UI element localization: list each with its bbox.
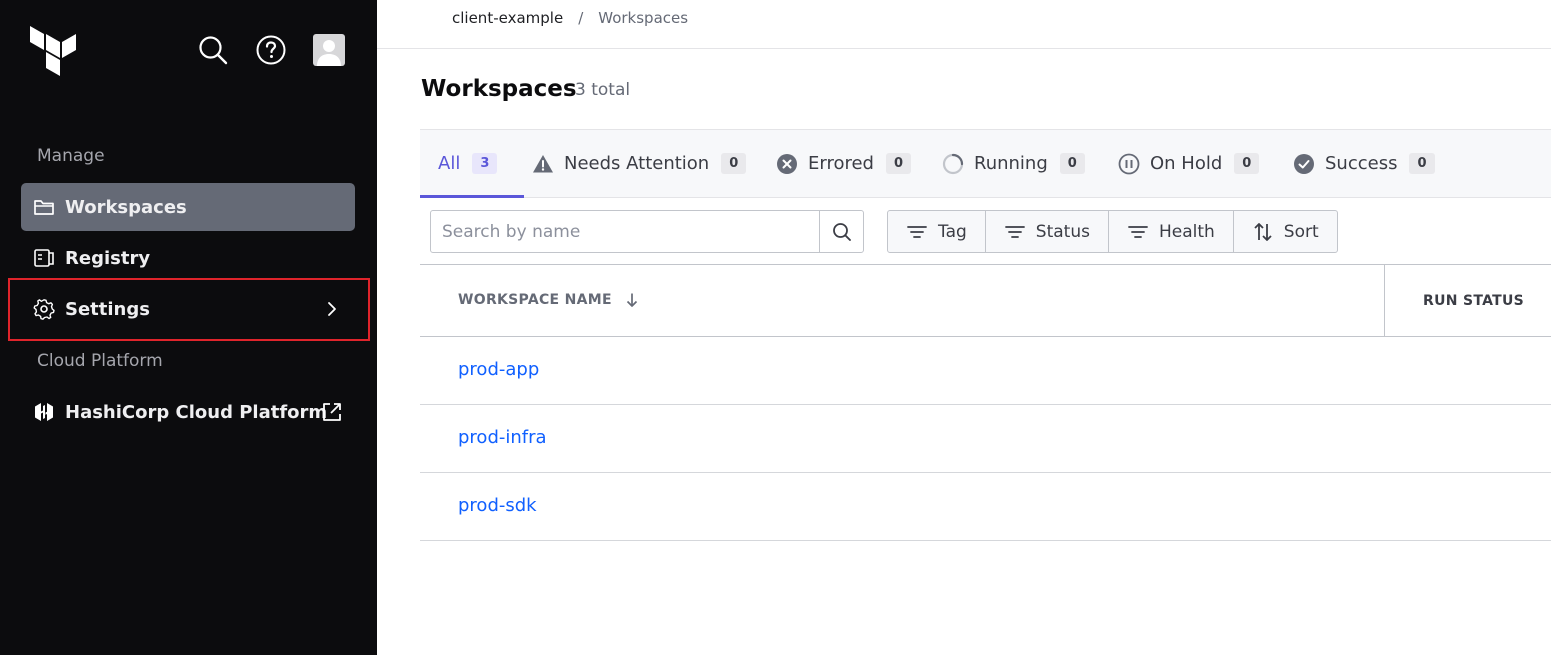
filter-icon: [1004, 221, 1026, 243]
search-icon[interactable]: [197, 34, 229, 66]
workspace-link[interactable]: prod-app: [458, 359, 539, 380]
table-row: prod-sdk: [420, 473, 1551, 541]
breadcrumb: client-example / Workspaces: [452, 9, 688, 27]
main-content: client-example / Workspaces Workspaces 3…: [377, 0, 1551, 655]
running-icon: [942, 153, 964, 175]
filter-tag-button[interactable]: Tag: [888, 211, 986, 252]
sidebar-item-workspaces[interactable]: Workspaces: [21, 183, 355, 231]
external-link-icon[interactable]: [321, 401, 343, 423]
tab-needs-attention[interactable]: Needs Attention 0: [532, 130, 747, 197]
active-tab-indicator: [420, 195, 524, 198]
tab-errored[interactable]: Errored 0: [776, 130, 912, 197]
arrow-down-icon: [626, 293, 637, 307]
filter-label: Health: [1158, 221, 1215, 242]
tab-label: All: [438, 153, 461, 174]
search-button[interactable]: [819, 211, 863, 252]
tab-label: Success: [1325, 153, 1398, 174]
folder-icon: [33, 196, 55, 218]
filter-health-button[interactable]: Health: [1109, 211, 1234, 252]
section-label-cloud-platform: Cloud Platform: [37, 351, 163, 371]
breadcrumb-org[interactable]: client-example: [452, 9, 563, 27]
filter-label: Tag: [938, 221, 967, 242]
section-label-manage: Manage: [37, 146, 105, 166]
column-header-run-status[interactable]: RUN STATUS: [1423, 293, 1524, 309]
header-divider: [377, 48, 1551, 49]
filter-status-button[interactable]: Status: [986, 211, 1109, 252]
filter-icon: [1127, 221, 1149, 243]
tab-all[interactable]: All 3: [420, 130, 524, 198]
user-avatar-icon[interactable]: [313, 34, 345, 66]
tab-success[interactable]: Success 0: [1293, 130, 1435, 197]
page-title: Workspaces: [421, 76, 577, 102]
pause-icon: [1118, 153, 1140, 175]
breadcrumb-current: Workspaces: [598, 9, 689, 27]
tab-count: 3: [472, 153, 498, 174]
breadcrumb-separator: /: [578, 9, 584, 27]
table-row: prod-app: [420, 337, 1551, 405]
tab-label: Errored: [808, 153, 874, 174]
sidebar-item-hashicorp-cloud-platform[interactable]: HashiCorp Cloud Platform: [21, 388, 355, 436]
filter-icon: [906, 221, 928, 243]
tab-on-hold[interactable]: On Hold 0: [1118, 130, 1260, 197]
search-field: [430, 210, 864, 253]
page-count: 3 total: [575, 80, 631, 100]
tab-label: Needs Attention: [564, 153, 710, 174]
search-input[interactable]: [431, 211, 819, 252]
sort-icon: [1252, 221, 1274, 243]
highlight-box: [8, 278, 370, 341]
check-circle-icon: [1293, 153, 1315, 175]
registry-icon: [33, 247, 55, 269]
status-tabs: All 3 Needs Attention 0 Errored 0 Runnin…: [420, 129, 1551, 198]
column-header-workspace-name[interactable]: WORKSPACE NAME: [458, 292, 640, 308]
column-label: WORKSPACE NAME: [458, 292, 612, 308]
tab-label: Running: [974, 153, 1048, 174]
tab-count: 0: [721, 153, 747, 174]
sidebar-item-label: HashiCorp Cloud Platform: [65, 401, 328, 423]
help-icon[interactable]: [255, 34, 287, 66]
error-icon: [776, 153, 798, 175]
sidebar-item-label: Workspaces: [65, 196, 187, 218]
search-icon: [832, 222, 851, 241]
workspace-link[interactable]: prod-sdk: [458, 495, 537, 516]
terraform-logo-icon[interactable]: [30, 26, 76, 76]
workspaces-table: WORKSPACE NAME RUN STATUS prod-app prod-…: [420, 264, 1551, 541]
table-row: prod-infra: [420, 405, 1551, 473]
warning-icon: [532, 153, 554, 175]
filter-label: Status: [1035, 221, 1090, 242]
workspace-link[interactable]: prod-infra: [458, 427, 547, 448]
table-header: WORKSPACE NAME RUN STATUS: [420, 264, 1551, 337]
tab-count: 0: [1409, 153, 1435, 174]
filter-toolbar: Tag Status Health Sort: [887, 210, 1338, 253]
filter-label: Sort: [1283, 221, 1319, 242]
tab-count: 0: [1234, 153, 1260, 174]
sidebar: Manage Workspaces Registry Settings Clou…: [0, 0, 377, 655]
tab-count: 0: [885, 153, 912, 174]
column-divider: [1384, 265, 1385, 336]
sidebar-item-registry[interactable]: Registry: [21, 234, 355, 282]
sidebar-item-label: Registry: [65, 247, 151, 269]
tab-count: 0: [1059, 153, 1085, 174]
tab-running[interactable]: Running 0: [942, 130, 1085, 197]
hashicorp-icon: [33, 401, 55, 423]
tab-label: On Hold: [1150, 153, 1223, 174]
sort-button[interactable]: Sort: [1234, 211, 1337, 252]
